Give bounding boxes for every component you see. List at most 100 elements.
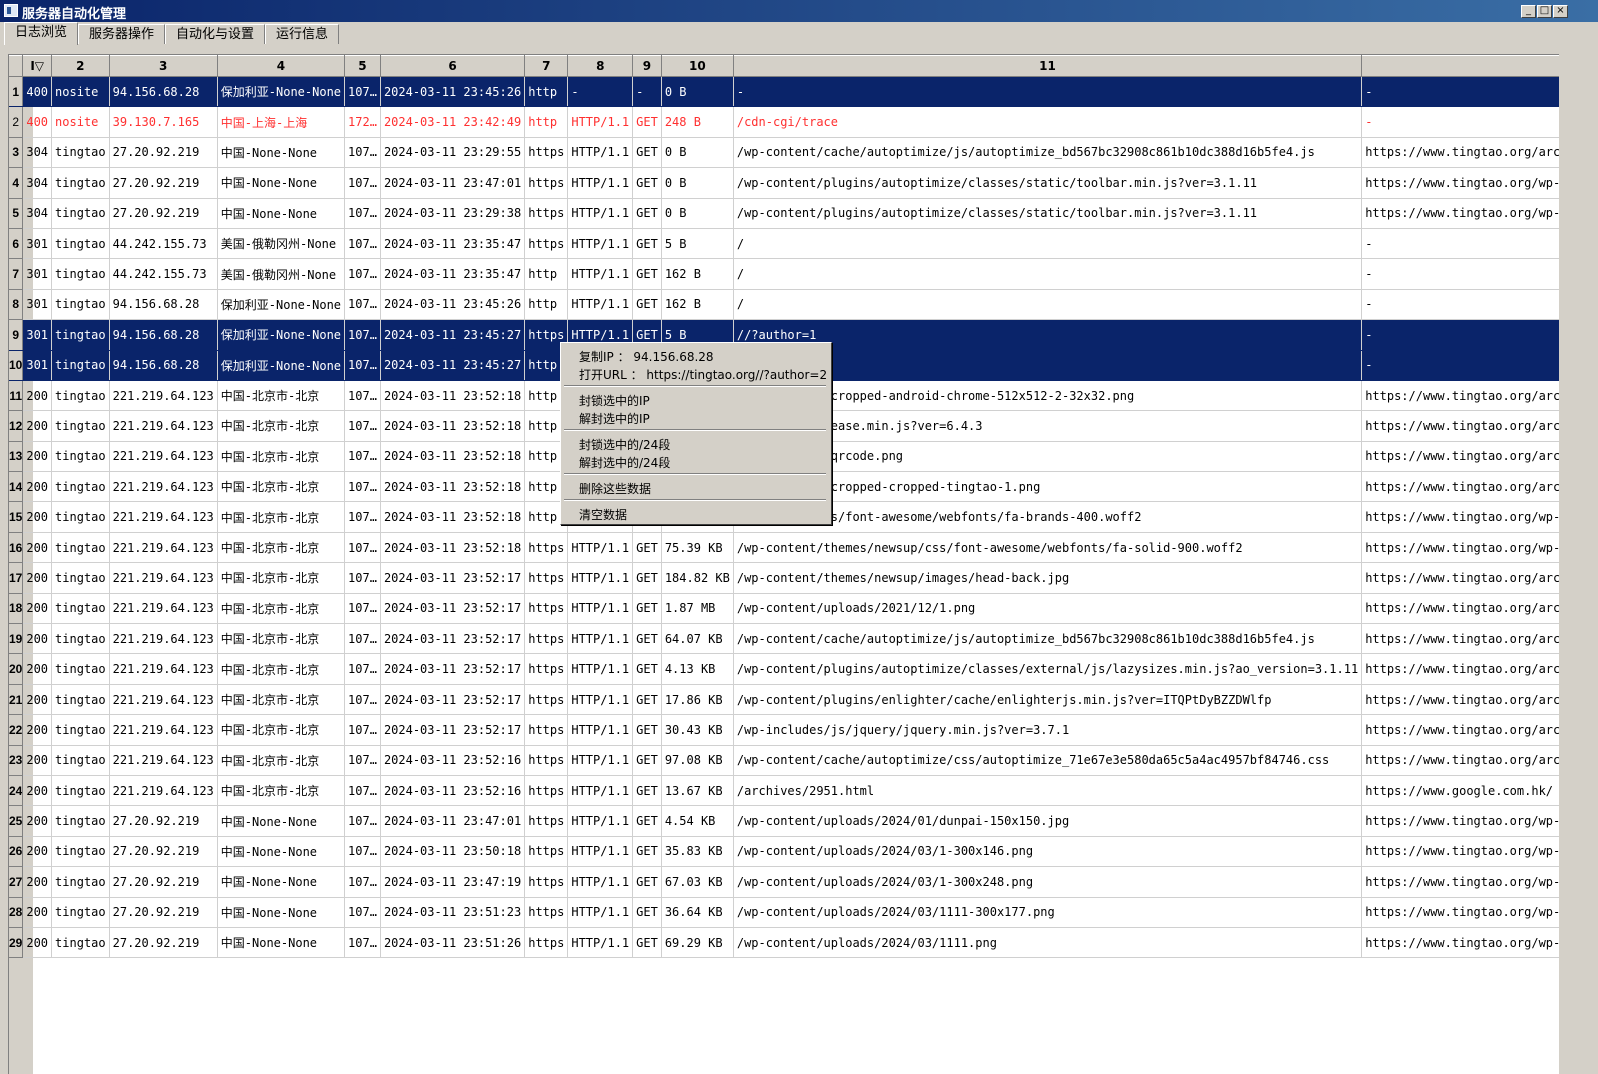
table-row[interactable]: 28 200 tingtao 27.20.92.219 中国-None-None 107…… [9, 897, 1559, 928]
table-cell[interactable]: 162 B [661, 258, 734, 290]
table-cell[interactable]: HTTP/1.1 [567, 714, 634, 746]
table-cell[interactable]: /wp-content/uploads/2024/03/1-300x146.pn… [733, 836, 1363, 868]
menu-unblock-ip[interactable]: 解封选中的IP [579, 410, 650, 427]
row-number[interactable]: 29 [9, 927, 24, 959]
table-cell[interactable]: 107… [344, 441, 381, 473]
table-cell[interactable]: /wp-content/uploads/2024/03/1-300x248.pn… [733, 866, 1363, 898]
table-cell[interactable]: 中国-北京市-北京 [217, 593, 346, 625]
table-cell[interactable]: tingtao [51, 410, 110, 442]
table-row[interactable]: 4 304 tingtao 27.20.92.219 中国-None-None 107… 2… [9, 167, 1559, 199]
table-cell[interactable]: https://www.tingtao.org/wp-admin/p [1361, 836, 1559, 868]
table-row[interactable]: 16 200 tingtao 221.219.64.123 中国-北京市-北京 107… 2… [9, 532, 1559, 564]
row-number[interactable]: 16 [9, 532, 24, 564]
row-number[interactable]: 8 [9, 289, 24, 321]
table-cell[interactable]: 107… [344, 593, 381, 625]
table-cell[interactable]: 中国-None-None [217, 927, 346, 959]
table-cell[interactable]: tingtao [51, 866, 110, 898]
column-header-2[interactable]: 2 [51, 55, 110, 77]
table-cell[interactable]: https://www.tingtao.org/archives/2 [1361, 380, 1559, 412]
table-row[interactable]: 27 200 tingtao 27.20.92.219 中国-None-None 107…… [9, 866, 1559, 898]
table-cell[interactable]: tingtao [51, 653, 110, 685]
table-cell[interactable]: GET [632, 198, 662, 229]
table-cell[interactable]: tingtao [51, 319, 110, 351]
table-cell[interactable]: - [632, 76, 662, 108]
table-cell[interactable]: 中国-北京市-北京 [217, 410, 346, 442]
table-cell[interactable]: 107… [344, 897, 381, 928]
table-cell[interactable]: 27.20.92.219 [109, 866, 218, 898]
tab-log-browse[interactable]: 日志浏览 [4, 22, 78, 45]
table-cell[interactable]: - [733, 76, 1363, 108]
table-cell[interactable]: 64.07 KB [661, 623, 734, 655]
table-cell[interactable]: tingtao [51, 927, 110, 959]
table-cell[interactable]: 2024-03-11 23:47:01 [380, 167, 526, 199]
table-cell[interactable]: HTTP/1.1 [567, 562, 634, 594]
table-cell[interactable]: 200 [22, 501, 53, 533]
table-cell[interactable]: https [524, 593, 569, 625]
table-cell[interactable]: /wp-content/plugins/autoptimize/classes/… [733, 653, 1363, 685]
table-cell[interactable]: https [524, 927, 569, 959]
table-cell[interactable]: 0 B [661, 167, 734, 199]
table-cell[interactable]: https://www.tingtao.org/archives/2 [1361, 714, 1559, 746]
table-cell[interactable]: https://www.tingtao.org/archives/2 [1361, 471, 1559, 503]
table-cell[interactable]: 94.156.68.28 [109, 350, 218, 381]
table-cell[interactable]: HTTP/1.1 [567, 106, 634, 138]
tab-server-ops[interactable]: 服务器操作 [78, 24, 165, 44]
table-cell[interactable]: 75.39 KB [661, 532, 734, 564]
table-cell[interactable]: HTTP/1.1 [567, 927, 634, 959]
table-cell[interactable]: https [524, 775, 569, 807]
table-cell[interactable]: /cdn-cgi/trace [733, 106, 1363, 138]
table-row[interactable]: 18 200 tingtao 221.219.64.123 中国-北京市-北京 107… 2… [9, 593, 1559, 625]
row-number[interactable]: 19 [9, 623, 24, 655]
table-cell[interactable]: 200 [22, 380, 53, 412]
table-cell[interactable]: HTTP/1.1 [567, 866, 634, 898]
table-cell[interactable]: HTTP/1.1 [567, 775, 634, 807]
table-cell[interactable]: 2024-03-11 23:50:18 [380, 836, 526, 868]
table-cell[interactable]: 中国-北京市-北京 [217, 653, 346, 685]
table-cell[interactable]: tingtao [51, 897, 110, 928]
table-cell[interactable]: 107… [344, 410, 381, 442]
table-cell[interactable]: GET [632, 228, 662, 260]
table-cell[interactable]: 2024-03-11 23:51:26 [380, 927, 526, 959]
table-cell[interactable]: https [524, 623, 569, 655]
table-cell[interactable]: tingtao [51, 532, 110, 564]
table-cell[interactable]: https [524, 532, 569, 564]
table-cell[interactable]: 200 [22, 441, 53, 473]
table-cell[interactable]: tingtao [51, 137, 110, 169]
table-cell[interactable]: GET [632, 137, 662, 169]
table-cell[interactable]: tingtao [51, 836, 110, 868]
table-cell[interactable]: GET [632, 532, 662, 564]
close-button[interactable]: × [1553, 5, 1568, 18]
table-cell[interactable]: 中国-北京市-北京 [217, 380, 346, 412]
table-cell[interactable]: https://www.tingtao.org/wp-admin/u [1361, 805, 1559, 837]
table-cell[interactable]: 0 B [661, 137, 734, 169]
row-number[interactable]: 20 [9, 653, 24, 685]
table-cell[interactable]: 301 [22, 258, 53, 290]
table-cell[interactable]: 200 [22, 623, 53, 655]
table-cell[interactable]: 2024-03-11 23:47:01 [380, 805, 526, 837]
table-cell[interactable]: 中国-None-None [217, 167, 346, 199]
table-cell[interactable]: 中国-北京市-北京 [217, 562, 346, 594]
table-row[interactable]: 21 200 tingtao 221.219.64.123 中国-北京市-北京 107… 2… [9, 684, 1559, 716]
table-cell[interactable]: 2024-03-11 23:45:27 [380, 319, 526, 351]
table-cell[interactable]: 107… [344, 714, 381, 746]
table-cell[interactable]: 27.20.92.219 [109, 927, 218, 959]
column-header-1[interactable]: I▽ [22, 55, 53, 77]
table-cell[interactable]: GET [632, 167, 662, 199]
table-cell[interactable]: HTTP/1.1 [567, 258, 634, 290]
table-cell[interactable]: 304 [22, 167, 53, 199]
table-cell[interactable]: 400 [22, 76, 53, 108]
table-cell[interactable]: 中国-北京市-北京 [217, 532, 346, 564]
table-cell[interactable]: GET [632, 653, 662, 685]
table-cell[interactable]: HTTP/1.1 [567, 805, 634, 837]
table-cell[interactable]: 107… [344, 258, 381, 290]
table-cell[interactable]: GET [632, 258, 662, 290]
table-cell[interactable]: 200 [22, 684, 53, 716]
table-cell[interactable]: 107… [344, 623, 381, 655]
column-header-6[interactable]: 6 [380, 55, 526, 77]
table-cell[interactable]: 304 [22, 198, 53, 229]
column-header-12[interactable] [1361, 55, 1559, 77]
row-number[interactable]: 13 [9, 441, 24, 473]
table-cell[interactable]: 中国-None-None [217, 137, 346, 169]
column-header-5[interactable]: 5 [344, 55, 381, 77]
column-header-10[interactable]: 10 [661, 55, 734, 77]
